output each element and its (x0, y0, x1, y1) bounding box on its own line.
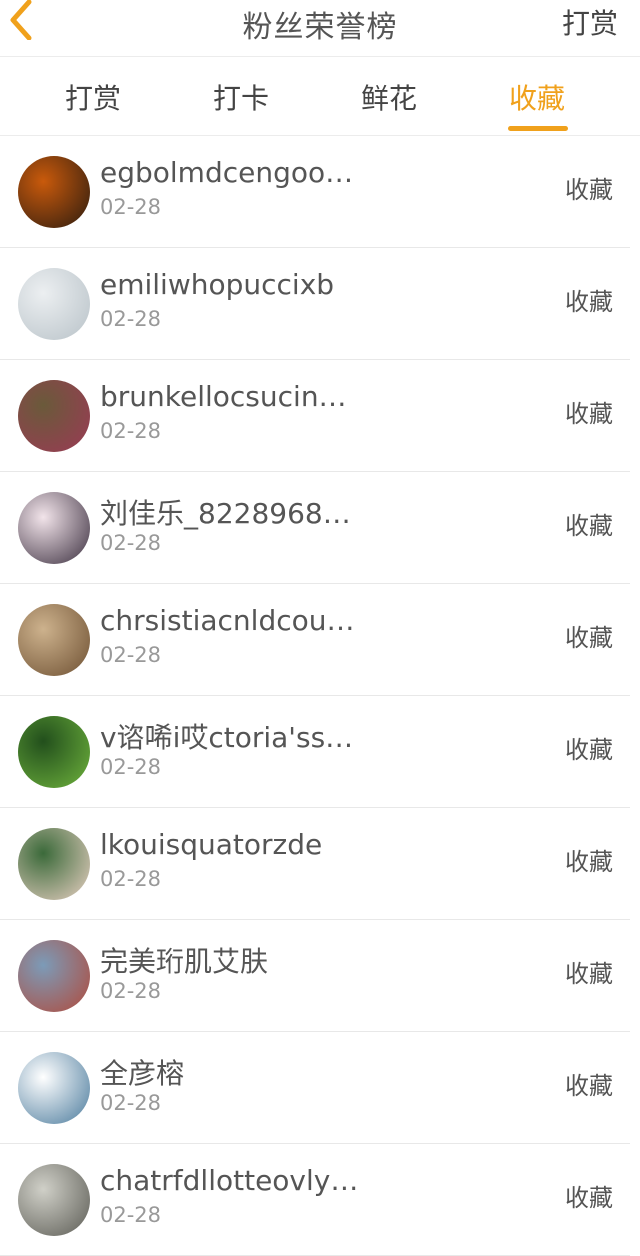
username: brunkellocsucin… (100, 380, 347, 413)
favorite-label: 收藏 (565, 624, 613, 652)
active-tab-indicator (508, 126, 568, 131)
date-label: 02-28 (100, 419, 162, 443)
avatar[interactable] (18, 268, 90, 340)
favorite-label: 收藏 (565, 1072, 613, 1100)
favorite-label: 收藏 (565, 512, 613, 540)
favorite-label: 收藏 (565, 960, 613, 988)
username: lkouisquatorzde (100, 828, 323, 861)
date-label: 02-28 (100, 531, 162, 555)
username: emiliwhopuccixb (100, 268, 335, 301)
list-item[interactable]: lkouisquatorzde 02-28 收藏 (0, 808, 630, 920)
username: chrsistiacnldcou… (100, 604, 355, 637)
top-bar: 粉丝荣誉榜 打赏 (0, 0, 640, 57)
date-label: 02-28 (100, 307, 162, 331)
avatar[interactable] (18, 380, 90, 452)
username: egbolmdcengoo… (100, 156, 354, 189)
tab-flowers[interactable]: 鲜花 (361, 77, 417, 117)
favorite-label: 收藏 (565, 848, 613, 876)
list-item[interactable]: chatrfdllotteovly… 02-28 收藏 (0, 1144, 630, 1256)
date-label: 02-28 (100, 1203, 162, 1227)
date-label: 02-28 (100, 979, 162, 1003)
avatar[interactable] (18, 156, 90, 228)
tab-favorites[interactable]: 收藏 (509, 77, 565, 117)
date-label: 02-28 (100, 867, 162, 891)
username: chatrfdllotteovly… (100, 1164, 359, 1197)
fan-list: egbolmdcengoo… 02-28 收藏 emiliwhopuccixb 02-2… (0, 136, 640, 1256)
avatar[interactable] (18, 828, 90, 900)
date-label: 02-28 (100, 755, 162, 779)
avatar[interactable] (18, 1164, 90, 1236)
favorite-label: 收藏 (565, 1184, 613, 1212)
date-label: 02-28 (100, 1091, 162, 1115)
username: v谘唏i哎ctoria'ss… (100, 721, 354, 754)
list-item[interactable]: 刘佳乐_8228968… 02-28 收藏 (0, 472, 630, 584)
list-item[interactable]: 全彦榕 02-28 收藏 (0, 1032, 630, 1144)
reward-button[interactable]: 打赏 (562, 2, 618, 42)
page-title: 粉丝荣誉榜 (242, 10, 398, 45)
username: 完美珩肌艾肤 (100, 945, 269, 978)
avatar[interactable] (18, 716, 90, 788)
username: 全彦榕 (100, 1057, 185, 1090)
list-item[interactable]: 完美珩肌艾肤 02-28 收藏 (0, 920, 630, 1032)
list-item[interactable]: emiliwhopuccixb 02-28 收藏 (0, 248, 630, 360)
tab-reward[interactable]: 打赏 (65, 77, 121, 117)
avatar[interactable] (18, 492, 90, 564)
username: 刘佳乐_8228968… (100, 497, 351, 530)
list-item[interactable]: egbolmdcengoo… 02-28 收藏 (0, 136, 630, 248)
avatar[interactable] (18, 1052, 90, 1124)
favorite-label: 收藏 (565, 176, 613, 204)
date-label: 02-28 (100, 195, 162, 219)
tab-checkin[interactable]: 打卡 (213, 77, 269, 117)
date-label: 02-28 (100, 643, 162, 667)
list-item[interactable]: chrsistiacnldcou… 02-28 收藏 (0, 584, 630, 696)
favorite-label: 收藏 (565, 288, 613, 316)
favorite-label: 收藏 (565, 736, 613, 764)
favorite-label: 收藏 (565, 400, 613, 428)
list-item[interactable]: brunkellocsucin… 02-28 收藏 (0, 360, 630, 472)
list-item[interactable]: v谘唏i哎ctoria'ss… 02-28 收藏 (0, 696, 630, 808)
avatar[interactable] (18, 604, 90, 676)
tab-bar: 打赏 打卡 鲜花 收藏 (0, 57, 640, 136)
avatar[interactable] (18, 940, 90, 1012)
